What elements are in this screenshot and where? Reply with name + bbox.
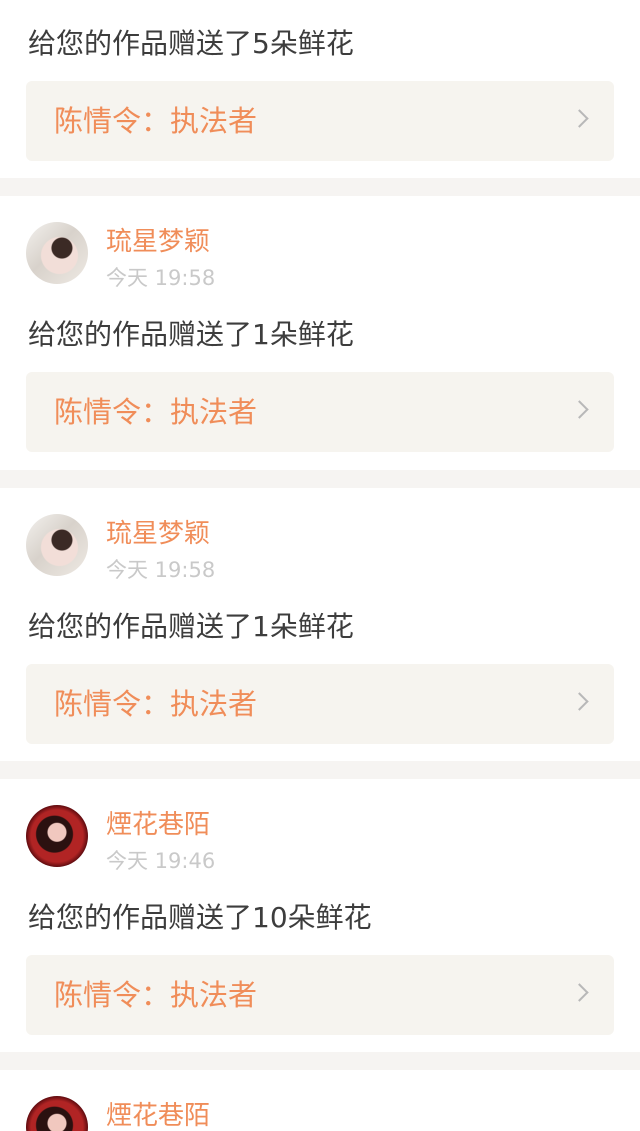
sender-username[interactable]: 煙花巷陌 <box>106 809 210 841</box>
chevron-right-icon <box>570 983 589 1002</box>
gift-message: 给您的作品赠送了10朵鲜花 <box>28 901 372 934</box>
gift-message: 给您的作品赠送了1朵鲜花 <box>28 318 354 351</box>
work-title: 陈情令：执法者 <box>54 978 258 1012</box>
gift-message: 给您的作品赠送了5朵鲜花 <box>28 27 354 60</box>
notification-card: 煙花巷陌 今天 19:46 给您的作品赠送了10朵鲜花 陈情令：执法者 <box>0 779 640 1052</box>
avatar[interactable] <box>26 805 88 867</box>
notification-card: 给您的作品赠送了5朵鲜花 陈情令：执法者 <box>0 0 640 178</box>
work-title: 陈情令：执法者 <box>54 395 258 429</box>
sender-username[interactable]: 琉星梦颖 <box>106 226 210 258</box>
sender-username[interactable]: 煙花巷陌 <box>106 1100 210 1131</box>
timestamp: 今天 19:58 <box>106 266 216 290</box>
work-title: 陈情令：执法者 <box>54 104 258 138</box>
card-separator <box>0 1052 640 1070</box>
avatar[interactable] <box>26 222 88 284</box>
sender-username[interactable]: 琉星梦颖 <box>106 518 210 550</box>
chevron-right-icon <box>570 400 589 419</box>
gift-message: 给您的作品赠送了1朵鲜花 <box>28 610 354 643</box>
work-link-button[interactable]: 陈情令：执法者 <box>26 664 614 744</box>
avatar[interactable] <box>26 1096 88 1131</box>
timestamp: 今天 19:46 <box>106 849 216 873</box>
timestamp: 今天 19:58 <box>106 558 216 582</box>
notification-card: 煙花巷陌 <box>0 1070 640 1131</box>
card-separator <box>0 178 640 196</box>
notification-card: 琉星梦颖 今天 19:58 给您的作品赠送了1朵鲜花 陈情令：执法者 <box>0 488 640 761</box>
work-link-button[interactable]: 陈情令：执法者 <box>26 955 614 1035</box>
card-separator <box>0 470 640 488</box>
work-link-button[interactable]: 陈情令：执法者 <box>26 372 614 452</box>
avatar[interactable] <box>26 514 88 576</box>
card-separator <box>0 761 640 779</box>
work-link-button[interactable]: 陈情令：执法者 <box>26 81 614 161</box>
chevron-right-icon <box>570 109 589 128</box>
work-title: 陈情令：执法者 <box>54 687 258 721</box>
notification-card: 琉星梦颖 今天 19:58 给您的作品赠送了1朵鲜花 陈情令：执法者 <box>0 196 640 470</box>
chevron-right-icon <box>570 692 589 711</box>
